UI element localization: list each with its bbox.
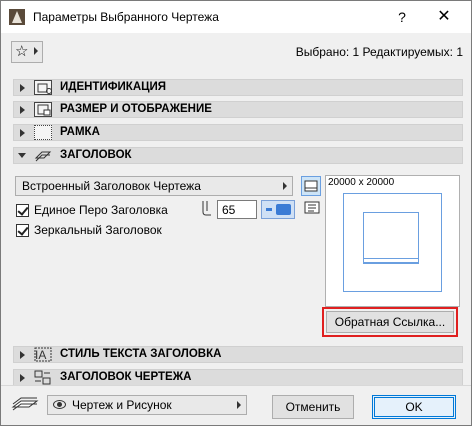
panel-identification[interactable]: ИДЕНТИФИКАЦИЯ (13, 79, 463, 96)
expand-triangle-icon (20, 106, 25, 114)
panel-frame[interactable]: РАМКА (13, 124, 463, 141)
selection-status: Выбрано: 1 Редактируемых: 1 (295, 45, 463, 59)
title-type-value: Встроенный Заголовок Чертежа (22, 179, 201, 193)
archicad-app-icon (9, 9, 25, 25)
panel-label: ЗАГОЛОВОК ЧЕРТЕЖА (60, 371, 192, 383)
reverse-link-highlight: Обратная Ссылка... (322, 307, 458, 337)
eye-icon (53, 400, 66, 409)
title-bar[interactable]: Параметры Выбранного Чертежа ? ✕ (1, 1, 471, 33)
dropdown-arrow-icon (283, 182, 287, 190)
dialog-window: Параметры Выбранного Чертежа ? ✕ ☆ Выбра… (0, 0, 472, 426)
preview-size-text: 20000 x 20000 (328, 177, 395, 188)
single-pen-checkbox[interactable] (16, 204, 29, 217)
expand-triangle-icon (20, 351, 25, 359)
mirror-title-checkbox[interactable] (16, 224, 29, 237)
drawing-title-icon (34, 370, 52, 385)
panel-label: РАЗМЕР И ОТОБРАЖЕНИЕ (60, 103, 212, 115)
panel-title[interactable]: ЗАГОЛОВОК (13, 147, 463, 164)
panel-label: СТИЛЬ ТЕКСТА ЗАГОЛОВКА (60, 348, 222, 360)
window-title: Параметры Выбранного Чертежа (33, 10, 219, 24)
cancel-button[interactable]: Отменить (272, 395, 354, 419)
pen-icon (197, 200, 213, 218)
help-button[interactable]: ? (387, 5, 417, 29)
ok-button[interactable]: OK (372, 395, 456, 419)
single-pen-label: Единое Перо Заголовка (34, 203, 168, 217)
frame-icon (34, 125, 52, 140)
title-placement-button[interactable] (301, 176, 321, 196)
close-button[interactable]: ✕ (427, 5, 461, 29)
pen-color-swatch[interactable] (261, 200, 295, 219)
panel-label: ИДЕНТИФИКАЦИЯ (60, 81, 167, 93)
pen-number-input[interactable]: 65 (217, 200, 257, 219)
svg-text:IA: IA (35, 348, 46, 362)
size-display-icon (34, 102, 52, 117)
title-stack-icon (34, 148, 52, 163)
focus-ring (374, 397, 454, 417)
reverse-link-button[interactable]: Обратная Ссылка... (326, 311, 454, 333)
footer-separator (1, 385, 471, 386)
arrow-right-icon (34, 47, 38, 55)
preview-outer-frame (343, 193, 442, 292)
view-mode-dropdown[interactable]: Чертеж и Рисунок (47, 395, 247, 415)
panel-label: РАМКА (60, 126, 100, 138)
drawing-layers-icon (11, 395, 39, 413)
panel-label: ЗАГОЛОВОК (60, 149, 132, 161)
favorites-button[interactable]: ☆ (11, 41, 43, 63)
panel-title-text-style[interactable]: IA СТИЛЬ ТЕКСТА ЗАГОЛОВКА (13, 346, 463, 363)
dropdown-arrow-icon (237, 401, 241, 409)
view-mode-value: Чертеж и Рисунок (72, 398, 172, 412)
text-style-icon: IA (34, 347, 52, 362)
expand-triangle-icon (20, 84, 25, 92)
collapse-triangle-icon (18, 153, 26, 158)
star-icon: ☆ (15, 43, 29, 60)
panel-size-display[interactable]: РАЗМЕР И ОТОБРАЖЕНИЕ (13, 101, 463, 118)
panel-drawing-title[interactable]: ЗАГОЛОВОК ЧЕРТЕЖА (13, 369, 463, 386)
expand-triangle-icon (20, 374, 25, 382)
mirror-title-label: Зеркальный Заголовок (34, 223, 162, 237)
title-preview-panel: 20000 x 20000 (325, 175, 460, 307)
expand-triangle-icon (20, 129, 25, 137)
text-settings-button[interactable] (303, 199, 323, 219)
title-type-dropdown[interactable]: Встроенный Заголовок Чертежа (15, 176, 293, 196)
preview-inner-frame (363, 212, 419, 264)
id-tag-icon (34, 80, 52, 95)
